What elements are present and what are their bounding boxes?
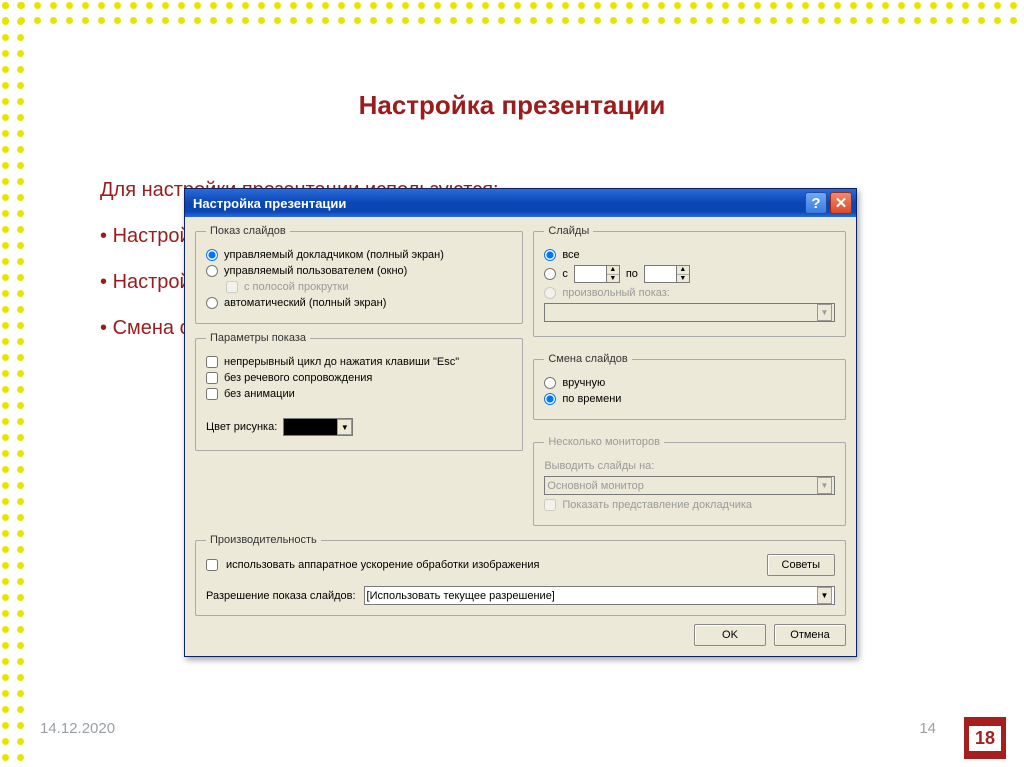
label-from: с (562, 268, 568, 280)
radio-all-slides[interactable] (544, 249, 556, 261)
check-no-animation[interactable] (206, 388, 218, 400)
label-resolution: Разрешение показа слайдов: (206, 590, 356, 602)
chevron-down-icon: ▼ (817, 304, 832, 321)
radio-custom-show (544, 287, 556, 299)
label-timings: по времени (562, 393, 621, 405)
pen-color-dropdown[interactable]: ▼ (283, 418, 353, 436)
label-no-narration: без речевого сопровождения (224, 372, 372, 384)
check-presenter-view (544, 499, 556, 511)
help-icon: ? (811, 195, 820, 212)
label-pen-color: Цвет рисунка: (206, 421, 277, 433)
tips-button[interactable]: Советы (767, 554, 835, 576)
dialog-title-text: Настройка презентации (193, 196, 346, 211)
cancel-button[interactable]: Отмена (774, 624, 846, 646)
label-presenter-view: Показать представление докладчика (562, 499, 752, 511)
footer-date: 14.12.2020 (40, 720, 115, 737)
radio-user-window[interactable] (206, 265, 218, 277)
chevron-down-icon: ▼ (817, 587, 832, 604)
label-custom-show: произвольный показ: (562, 287, 670, 299)
custom-show-dropdown: ▼ (544, 303, 835, 322)
slides-range-group: Слайды все с ▲▼ по ▲▼ произвольный показ… (533, 225, 846, 337)
chevron-up-icon: ▲ (677, 266, 689, 275)
radio-presenter-full[interactable] (206, 249, 218, 261)
chevron-down-icon: ▼ (817, 477, 832, 494)
check-loop[interactable] (206, 356, 218, 368)
monitors-legend: Несколько мониторов (544, 436, 664, 448)
performance-legend: Производительность (206, 534, 321, 546)
label-kiosk: автоматический (полный экран) (224, 297, 386, 309)
label-to: по (626, 268, 638, 280)
label-presenter-full: управляемый докладчиком (полный экран) (224, 249, 444, 261)
resolution-dropdown[interactable]: [Использовать текущее разрешение]▼ (364, 586, 835, 605)
show-options-legend: Параметры показа (206, 332, 310, 344)
label-no-animation: без анимации (224, 388, 295, 400)
chevron-down-icon: ▼ (337, 419, 352, 435)
chevron-down-icon: ▼ (607, 275, 619, 283)
label-display-on: Выводить слайды на: (544, 460, 654, 472)
radio-manual[interactable] (544, 377, 556, 389)
presentation-settings-dialog: Настройка презентации ? ✕ Показ слайдов … (184, 188, 857, 657)
corner-badge-number: 18 (968, 725, 1002, 752)
slide-title: Настройка презентации (0, 90, 1024, 121)
footer-page: 14 (919, 720, 936, 737)
radio-kiosk[interactable] (206, 297, 218, 309)
slides-range-legend: Слайды (544, 225, 593, 237)
close-icon: ✕ (835, 194, 848, 212)
ok-button[interactable]: OK (694, 624, 766, 646)
radio-timings[interactable] (544, 393, 556, 405)
label-scrollbar: с полосой прокрутки (244, 281, 348, 293)
advance-group: Смена слайдов вручную по времени (533, 353, 846, 420)
check-scrollbar (226, 281, 238, 293)
monitor-dropdown: Основной монитор▼ (544, 476, 835, 495)
performance-group: Производительность использовать аппаратн… (195, 534, 846, 616)
show-options-group: Параметры показа непрерывный цикл до наж… (195, 332, 523, 451)
radio-range[interactable] (544, 268, 556, 280)
label-user-window: управляемый пользователем (окно) (224, 265, 407, 277)
show-type-group: Показ слайдов управляемый докладчиком (п… (195, 225, 523, 324)
spinner-to[interactable]: ▲▼ (644, 265, 690, 283)
chevron-down-icon: ▼ (677, 275, 689, 283)
check-no-narration[interactable] (206, 372, 218, 384)
monitors-group: Несколько мониторов Выводить слайды на: … (533, 436, 846, 526)
label-all-slides: все (562, 249, 579, 261)
help-button[interactable]: ? (805, 192, 827, 214)
corner-badge: 18 (964, 717, 1006, 759)
dialog-titlebar[interactable]: Настройка презентации ? ✕ (185, 189, 856, 217)
show-type-legend: Показ слайдов (206, 225, 290, 237)
label-loop: непрерывный цикл до нажатия клавиши "Esc… (224, 356, 459, 368)
check-hw-accel[interactable] (206, 559, 218, 571)
advance-legend: Смена слайдов (544, 353, 631, 365)
chevron-up-icon: ▲ (607, 266, 619, 275)
label-hw-accel: использовать аппаратное ускорение обрабо… (226, 559, 539, 571)
spinner-from[interactable]: ▲▼ (574, 265, 620, 283)
label-manual: вручную (562, 377, 605, 389)
close-button[interactable]: ✕ (830, 192, 852, 214)
